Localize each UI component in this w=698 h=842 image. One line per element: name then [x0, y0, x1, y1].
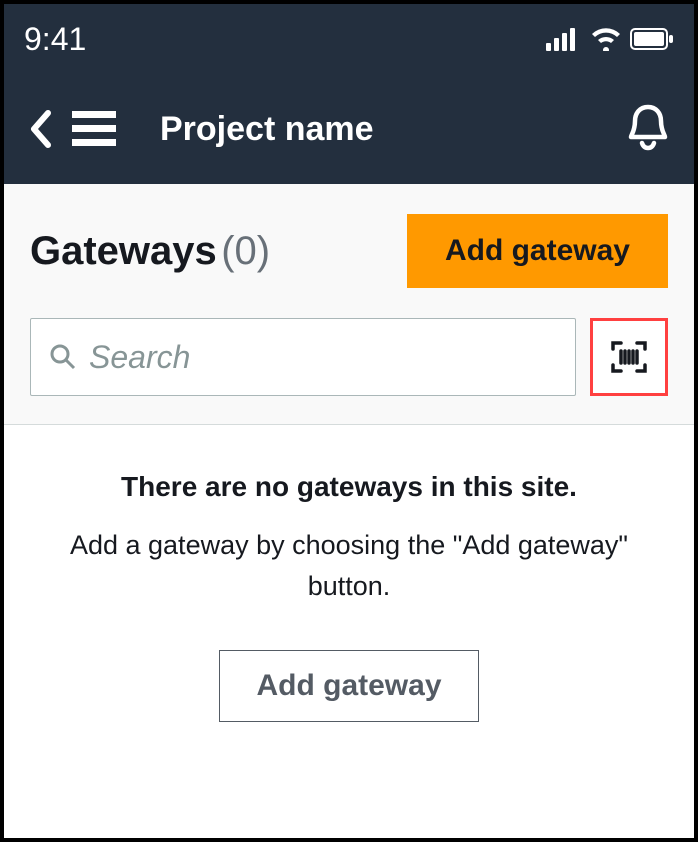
status-time: 9:41 — [24, 21, 86, 58]
page-title-container: Gateways (0) — [30, 229, 270, 274]
page-count: (0) — [221, 229, 270, 273]
battery-icon — [630, 28, 674, 50]
header-title: Project name — [160, 110, 606, 149]
page-title: Gateways — [30, 229, 217, 273]
wifi-icon — [590, 27, 622, 51]
empty-state-title: There are no gateways in this site. — [44, 471, 654, 503]
empty-state: There are no gateways in this site. Add … — [4, 425, 694, 768]
scan-barcode-button[interactable] — [590, 318, 668, 396]
search-input[interactable] — [89, 339, 557, 376]
search-row — [30, 318, 668, 396]
search-icon — [49, 343, 77, 371]
add-gateway-button-primary[interactable]: Add gateway — [407, 214, 668, 288]
status-icons — [546, 27, 674, 51]
status-bar: 9:41 — [4, 4, 694, 74]
signal-icon — [546, 27, 582, 51]
add-gateway-button-secondary[interactable]: Add gateway — [219, 650, 478, 722]
back-button[interactable] — [28, 109, 52, 149]
search-container[interactable] — [30, 318, 576, 396]
content-header: Gateways (0) Add gateway — [4, 184, 694, 425]
chevron-left-icon — [28, 109, 52, 149]
hamburger-icon — [72, 111, 116, 147]
title-row: Gateways (0) Add gateway — [30, 214, 668, 288]
menu-button[interactable] — [72, 111, 116, 147]
notifications-button[interactable] — [626, 103, 670, 156]
app-header: Project name — [4, 74, 694, 184]
barcode-scan-icon — [609, 337, 649, 377]
empty-state-description: Add a gateway by choosing the "Add gatew… — [44, 525, 654, 606]
bell-icon — [626, 103, 670, 151]
